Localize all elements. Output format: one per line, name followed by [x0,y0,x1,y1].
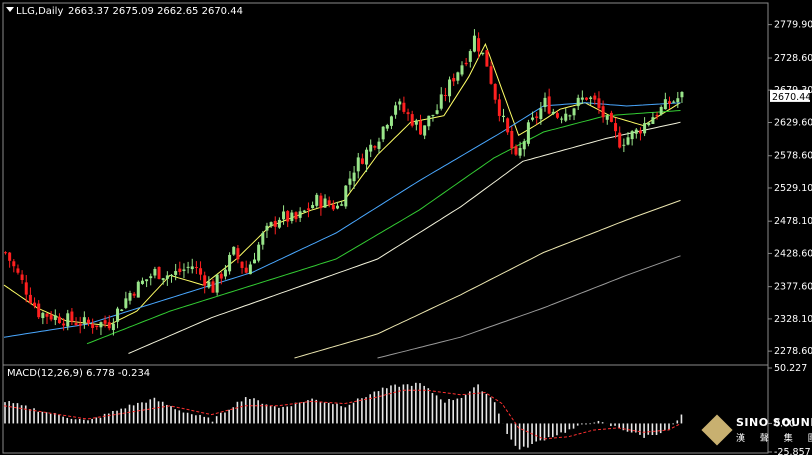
logo-subtitle: 漢 聲 集 團 [736,434,812,444]
price-tick-label: 2278.60 [774,346,812,357]
candlestick [344,184,348,209]
candlestick [157,266,161,280]
price-chart: 2779.902728.602679.302629.602578.602529.… [0,0,812,455]
candlestick [136,280,140,298]
price-tick-label: 2328.10 [774,314,812,325]
candlestick [485,50,489,67]
candlestick [526,119,530,147]
candlestick [232,246,236,256]
sino-sound-logo: SINO SOUND 漢 聲 集 團 [701,414,812,449]
candlestick [506,117,510,135]
price-tick-label: 2377.60 [774,282,812,293]
candlestick [215,274,219,296]
last-price-marker: 2670.44 [770,89,811,103]
price-tick-label: 2428.60 [774,248,812,259]
price-tick-label: 2578.60 [774,151,812,162]
ohlc-values: 2663.37 2675.09 2662.65 2670.44 [68,6,243,17]
logo-name: SINO SOUND [736,416,812,429]
candlestick [228,252,232,275]
candlestick [257,241,261,263]
price-tick-label: 2478.10 [774,216,812,227]
symbol-title: LLG,Daily [16,6,63,17]
macd-title: MACD(12,26,9) 6.778 -0.234 [7,368,150,379]
price-tick-label: 2629.60 [774,118,812,129]
logo-diamond-icon [701,414,733,446]
price-tick-label: 2529.10 [774,183,812,194]
price-tick-label: 2728.60 [774,53,812,64]
last-price-label: 2670.44 [772,92,811,103]
candlestick [315,192,319,208]
macd-tick-label: 50.227 [774,363,807,374]
price-tick-label: 2779.90 [774,20,812,31]
